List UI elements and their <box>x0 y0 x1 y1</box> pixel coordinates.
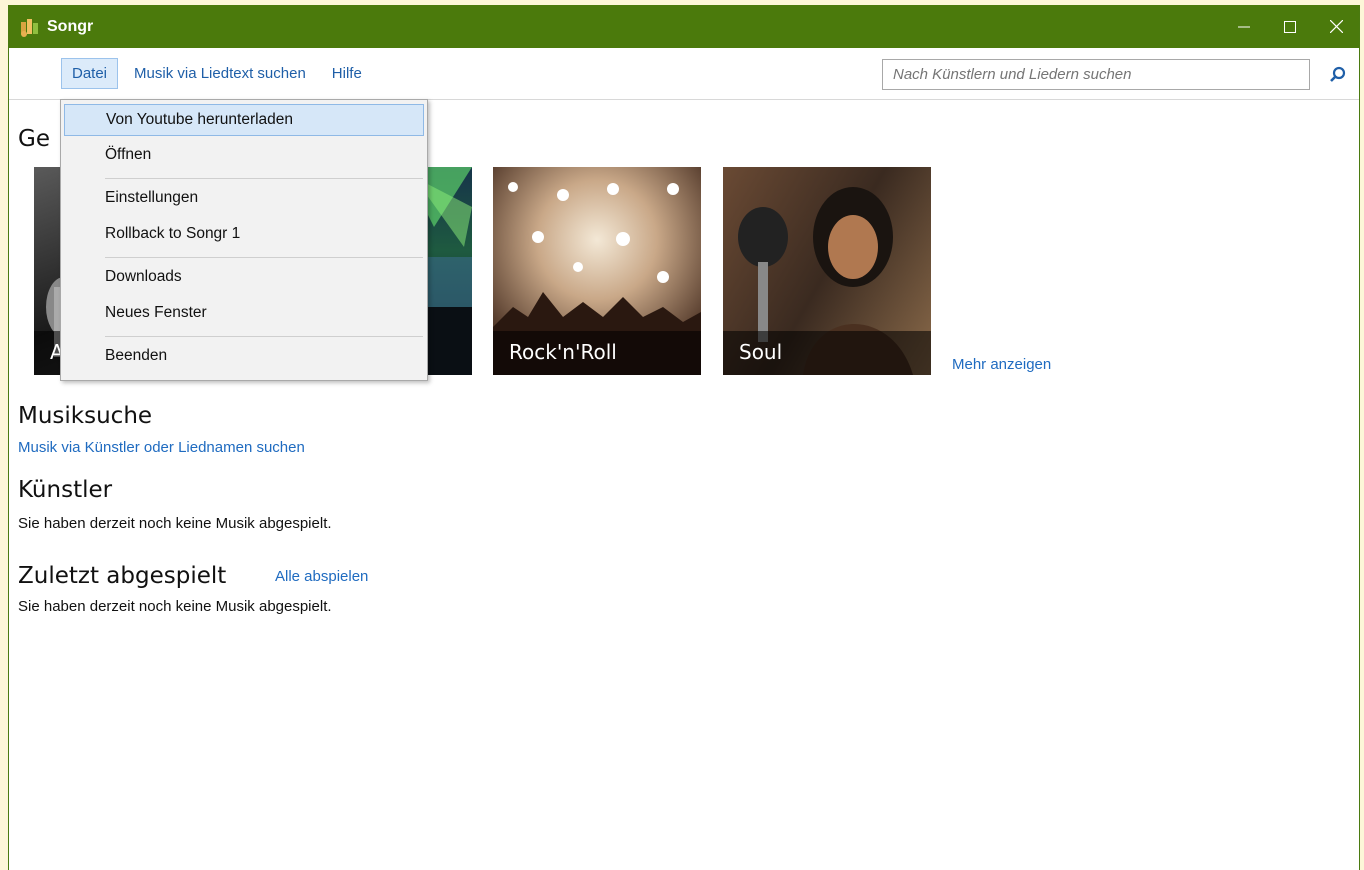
menu-bar: Datei Musik via Liedtext suchen Hilfe <box>9 48 1359 100</box>
search-icon <box>1330 66 1346 82</box>
search-input[interactable] <box>882 59 1310 90</box>
menu-datei[interactable]: Datei <box>61 58 119 89</box>
menu-item-einstellungen[interactable]: Einstellungen <box>64 183 424 215</box>
menu-item-von-youtube-herunterladen[interactable]: Von Youtube herunterladen <box>64 104 424 136</box>
musiksuche-title: Musiksuche <box>18 403 153 429</box>
zuletzt-empty-text: Sie haben derzeit noch keine Musik abges… <box>18 598 332 615</box>
genre-tile-soul-label: Soul <box>723 331 931 375</box>
title-bar: Songr <box>9 5 1359 48</box>
mehr-anzeigen-link[interactable]: Mehr anzeigen <box>952 356 1051 373</box>
close-button[interactable] <box>1313 5 1359 48</box>
genre-tile-soul[interactable]: Soul <box>723 167 931 375</box>
alle-abspielen-link[interactable]: Alle abspielen <box>275 568 368 585</box>
maximize-icon <box>1284 20 1296 33</box>
minimize-button[interactable] <box>1221 5 1267 48</box>
menu-separator <box>105 178 423 179</box>
minimize-icon <box>1238 26 1250 27</box>
menu-item-neues-fenster[interactable]: Neues Fenster <box>64 298 424 330</box>
menu-item-oeffnen[interactable]: Öffnen <box>64 140 424 172</box>
genre-tile-rocknroll[interactable]: Rock'n'Roll <box>493 167 701 375</box>
app-logo-icon <box>19 16 41 38</box>
datei-dropdown-menu: Von Youtube herunterladen Öffnen Einstel… <box>60 99 428 381</box>
app-title: Songr <box>47 17 94 35</box>
zuletzt-title: Zuletzt abgespielt <box>18 563 227 589</box>
close-icon <box>1329 20 1343 33</box>
menu-musik-via-liedtext[interactable]: Musik via Liedtext suchen <box>124 59 316 88</box>
menu-item-beenden[interactable]: Beenden <box>64 341 424 373</box>
menu-separator <box>105 257 423 258</box>
window-controls <box>1221 5 1359 48</box>
kuenstler-title: Künstler <box>18 477 113 503</box>
menu-hilfe[interactable]: Hilfe <box>322 59 372 88</box>
genre-tile-rocknroll-label: Rock'n'Roll <box>493 331 701 375</box>
musiksuche-link[interactable]: Musik via Künstler oder Liednamen suchen <box>18 439 305 456</box>
menu-separator <box>105 336 423 337</box>
menu-item-downloads[interactable]: Downloads <box>64 262 424 294</box>
menu-item-rollback[interactable]: Rollback to Songr 1 <box>64 219 424 251</box>
kuenstler-empty-text: Sie haben derzeit noch keine Musik abges… <box>18 515 332 532</box>
search-button[interactable] <box>1327 64 1349 86</box>
app-window: Songr Datei Musik via Liedtext suchen Hi… <box>8 5 1360 870</box>
genres-title: Ge <box>18 126 50 152</box>
maximize-button[interactable] <box>1267 5 1313 48</box>
